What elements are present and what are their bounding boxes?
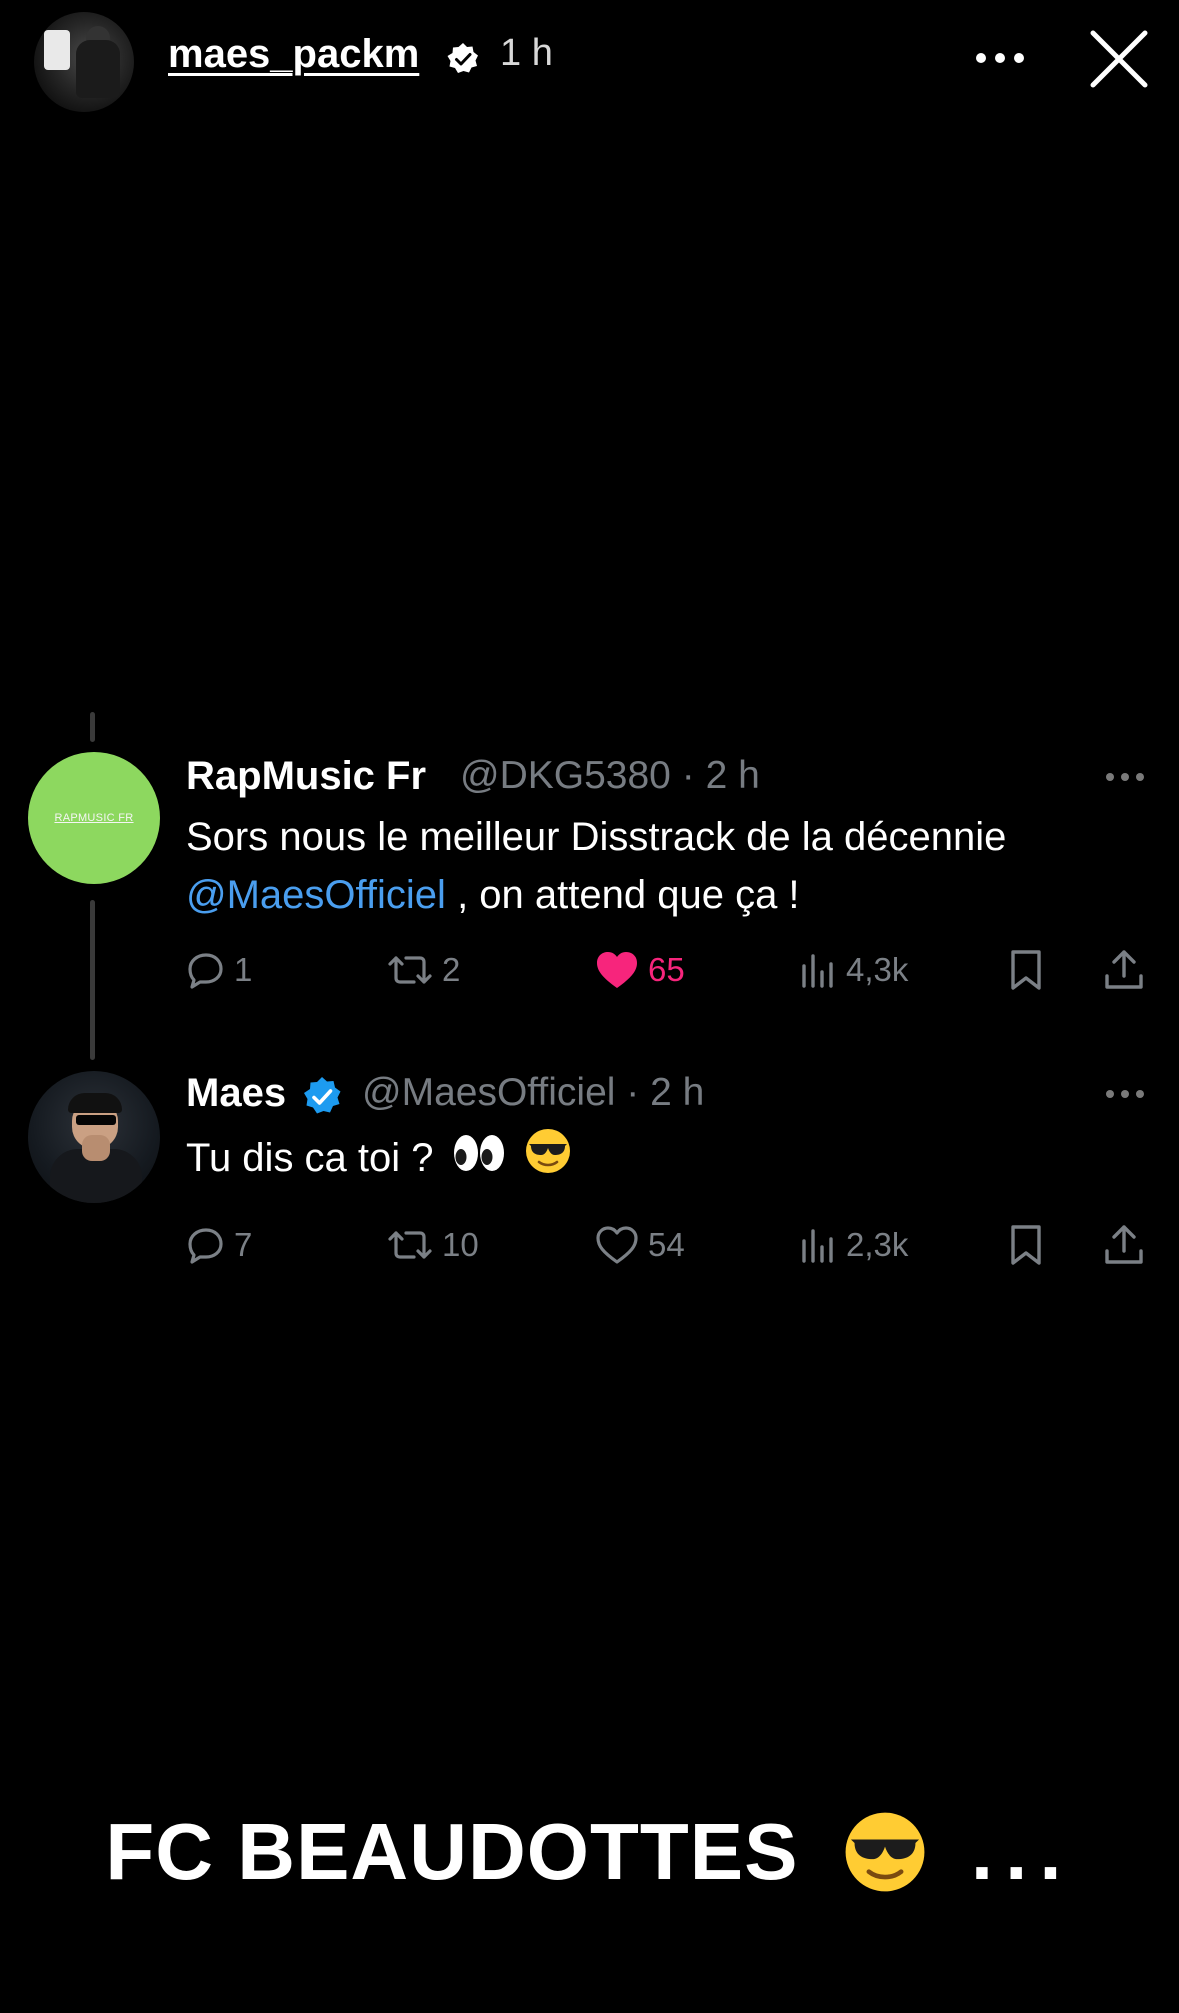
views-icon — [802, 1229, 833, 1263]
like-count: 54 — [648, 1226, 685, 1263]
sunglasses-emoji-icon — [525, 1129, 570, 1173]
views-button[interactable]: 2,3k — [798, 1215, 908, 1275]
bookmark-button[interactable] — [1008, 1215, 1044, 1275]
reply-icon — [188, 953, 223, 989]
eyes-emoji-icon — [453, 1135, 504, 1171]
tweet-rapmusic[interactable]: RAPMUSIC FR RapMusic Fr @DKG5380 · 2 h S… — [0, 740, 1179, 1010]
tweet-author-handle[interactable]: @DKG5380 · 2 h — [460, 754, 760, 798]
reply-button[interactable]: 7 — [186, 1215, 252, 1275]
share-icon — [1105, 1225, 1143, 1264]
reply-count: 1 — [234, 951, 253, 988]
share-button[interactable] — [1102, 940, 1146, 1000]
tweet-text: Sors nous le meilleur Disstrack de la dé… — [186, 815, 1007, 917]
retweet-icon — [388, 1231, 432, 1259]
tweet-author-handle[interactable]: @MaesOfficiel · 2 h — [362, 1071, 704, 1115]
views-count: 4,3k — [846, 951, 909, 988]
story-caption: FC BEAUDOTTES ... — [0, 1800, 1179, 1900]
bookmark-button[interactable] — [1008, 940, 1044, 1000]
caption-text: FC BEAUDOTTES — [105, 1806, 799, 1896]
like-button[interactable]: 54 — [594, 1215, 685, 1275]
tweet-text: Tu dis ca toi ? — [186, 1127, 572, 1187]
share-icon — [1105, 950, 1143, 989]
share-button[interactable] — [1102, 1215, 1146, 1275]
views-button[interactable]: 4,3k — [798, 940, 908, 1000]
tweet-more-icon[interactable] — [1104, 770, 1146, 784]
verified-badge-icon — [304, 1077, 341, 1114]
heart-outline-icon — [596, 1226, 638, 1264]
bookmark-icon — [1011, 1225, 1041, 1265]
tweet-more-icon[interactable] — [1104, 1087, 1146, 1101]
story-time: 1 h — [500, 32, 553, 74]
avatar[interactable] — [28, 1071, 160, 1203]
story-avatar[interactable] — [34, 12, 134, 112]
sunglasses-emoji-icon — [845, 1812, 925, 1892]
like-count: 65 — [648, 951, 685, 988]
retweet-count: 2 — [442, 951, 461, 988]
views-count: 2,3k — [846, 1226, 909, 1263]
close-icon[interactable] — [1086, 26, 1152, 92]
story-header: maes_packm 1 h — [0, 0, 1179, 120]
views-icon — [802, 954, 833, 988]
like-button[interactable]: 65 — [594, 940, 685, 1000]
retweet-icon — [388, 956, 432, 984]
heart-filled-icon — [597, 952, 637, 988]
more-options-icon[interactable] — [970, 30, 1030, 70]
retweet-button[interactable]: 2 — [386, 940, 460, 1000]
reply-count: 7 — [234, 1226, 253, 1263]
tweet-actions: 1 2 65 4,3k — [186, 940, 1146, 1000]
reply-button[interactable]: 1 — [186, 940, 252, 1000]
caption-trailing: ... — [970, 1806, 1074, 1896]
avatar-text: RAPMUSIC FR — [54, 812, 134, 824]
tweet-actions: 7 10 54 2,3k — [186, 1215, 1146, 1275]
retweet-button[interactable]: 10 — [386, 1215, 479, 1275]
tweet-author-name[interactable]: RapMusic Fr — [186, 754, 426, 799]
tweet-author-name[interactable]: Maes — [186, 1071, 286, 1116]
thread-line — [90, 712, 95, 742]
mention-link[interactable]: @MaesOfficiel — [186, 873, 446, 917]
bookmark-icon — [1011, 950, 1041, 990]
story-username[interactable]: maes_packm — [168, 32, 419, 77]
retweet-count: 10 — [442, 1226, 479, 1263]
verified-badge-icon — [447, 43, 478, 73]
avatar[interactable]: RAPMUSIC FR — [28, 752, 160, 884]
tweet-maes[interactable]: Maes @MaesOfficiel · 2 h Tu dis ca toi ?… — [0, 1065, 1179, 1285]
reply-icon — [188, 1228, 223, 1264]
